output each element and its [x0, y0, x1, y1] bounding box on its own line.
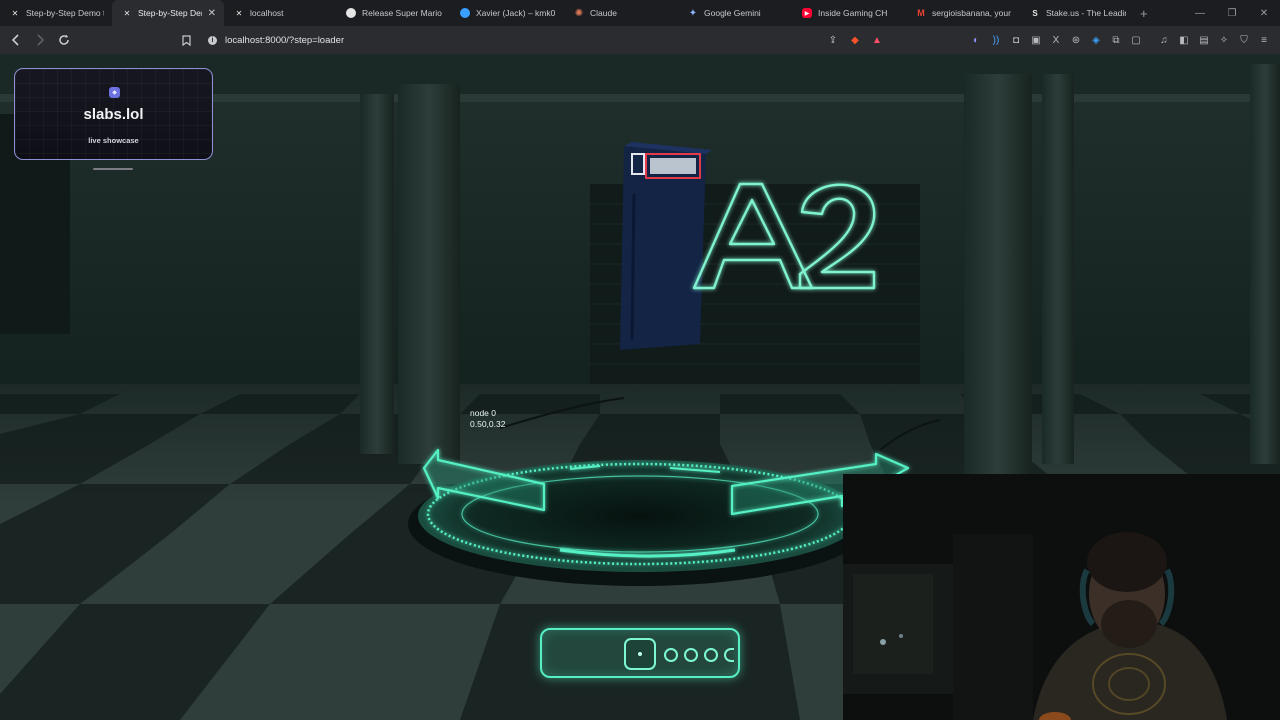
restore-icon[interactable]: ❐ — [1216, 0, 1248, 26]
leo-ai-icon[interactable]: ✧ — [1216, 30, 1232, 50]
tab-1[interactable]: ✕ Step-by-Step Dem ✕ — [112, 0, 224, 26]
tab-6[interactable]: ✦ Google Gemini — [678, 0, 792, 26]
step-dot-active[interactable] — [624, 638, 656, 670]
github-icon — [346, 8, 356, 18]
site-logo-icon: ✕ — [235, 8, 243, 18]
youtube-icon: ▶ — [802, 8, 812, 18]
tab-9[interactable]: S Stake.us - The Leading — [1020, 0, 1134, 26]
extensions-area: ◐ )) ◘ ▣ X ⊛ ◈ ⧉ ▢ ♫ ◧ ▤ ✧ ⛉ ≡ — [968, 30, 1272, 50]
tab-7[interactable]: ▶ Inside Gaming CH — [792, 0, 906, 26]
tab-bar: ✕ Step-by-Step Demo to ✕ Step-by-Step De… — [0, 0, 1280, 26]
brave-rewards-icon[interactable]: ▲ — [870, 32, 884, 48]
menu-icon[interactable]: ≡ — [1256, 30, 1272, 50]
webcam-feed — [843, 474, 1280, 720]
tab-4[interactable]: Xavier (Jack) – kmk0 – — [450, 0, 564, 26]
step-dot[interactable] — [684, 648, 698, 662]
step-navigator — [540, 628, 740, 678]
forward-icon[interactable] — [30, 30, 50, 50]
site-logo-icon: ✕ — [123, 8, 131, 18]
active-step-pip — [638, 652, 642, 656]
extension-audio-icon[interactable]: )) — [988, 30, 1004, 50]
bookmark-icon[interactable] — [178, 30, 194, 50]
minimize-icon[interactable]: — — [1184, 0, 1216, 26]
site-info-icon[interactable]: i — [208, 35, 217, 45]
tab-0[interactable]: ✕ Step-by-Step Demo to — [0, 0, 112, 26]
close-tab-icon[interactable]: ✕ — [208, 8, 216, 19]
stake-icon: S — [1032, 8, 1038, 18]
gemini-icon: ✦ — [688, 7, 698, 19]
back-icon[interactable] — [6, 30, 26, 50]
tab-2[interactable]: ✕ localhost — [224, 0, 336, 26]
brand-title: slabs.lol — [83, 106, 144, 123]
claude-icon: ✺ — [574, 7, 584, 19]
step-dot-overflow[interactable] — [724, 648, 734, 662]
wallet-icon[interactable]: ▤ — [1196, 30, 1212, 50]
new-tab-button[interactable]: + — [1140, 6, 1148, 21]
extension-screenshot-icon[interactable]: ▢ — [1128, 30, 1144, 50]
brand-card-indicator — [93, 168, 133, 170]
step-dot[interactable] — [664, 648, 678, 662]
webcam-overlay — [843, 474, 1280, 720]
gmail-icon: M — [917, 8, 925, 18]
vpn-icon[interactable]: ⛉ — [1236, 30, 1252, 50]
globe-icon — [460, 8, 470, 18]
extension-tag-icon[interactable]: ◈ — [1088, 30, 1104, 50]
step-dot[interactable] — [704, 648, 718, 662]
tab-8[interactable]: M sergioisbanana, your p — [906, 0, 1020, 26]
tab-5[interactable]: ✺ Claude — [564, 0, 678, 26]
media-controls-icon[interactable]: ♫ — [1156, 30, 1172, 50]
window-controls: — ❐ ✕ — [1184, 0, 1280, 26]
close-window-icon[interactable]: ✕ — [1248, 0, 1280, 26]
tab-3[interactable]: Release Super Mario 6 — [336, 0, 450, 26]
brave-shield-icon[interactable]: ◆ — [848, 32, 862, 48]
brand-card[interactable]: ◆ slabs.lol live showcase — [14, 68, 213, 160]
url-text[interactable]: localhost:8000/?step=loader — [225, 35, 344, 46]
site-logo-icon: ✕ — [11, 8, 19, 18]
extension-wallet-icon[interactable]: ◐ — [968, 30, 984, 50]
extensions-puzzle-icon[interactable]: ⧉ — [1108, 30, 1124, 50]
brand-subtitle: live showcase — [88, 136, 139, 145]
extension-camera-icon[interactable]: ◘ — [1008, 30, 1024, 50]
sidebar-toggle-icon[interactable]: ◧ — [1176, 30, 1192, 50]
extension-x-icon[interactable]: X — [1048, 30, 1064, 50]
node-coordinates: 0.50,0.32 — [470, 419, 506, 429]
extension-lock-icon[interactable]: ▣ — [1028, 30, 1044, 50]
node-label: node 0 — [470, 408, 496, 418]
extension-ai-icon[interactable]: ⊛ — [1068, 30, 1084, 50]
brand-logo-icon: ◆ — [109, 87, 120, 98]
page-viewport: node 0 0.50,0.32 ◆ slabs.lol live showca… — [0, 54, 1280, 720]
reload-icon[interactable] — [54, 30, 74, 50]
browser-toolbar: i localhost:8000/?step=loader ⇪ ◆ ▲ ◐ ))… — [0, 26, 1280, 54]
address-bar[interactable]: i localhost:8000/?step=loader ⇪ ◆ ▲ — [200, 30, 890, 50]
node-debug-label: node 0 0.50,0.32 — [470, 408, 505, 430]
share-icon[interactable]: ⇪ — [826, 32, 840, 48]
